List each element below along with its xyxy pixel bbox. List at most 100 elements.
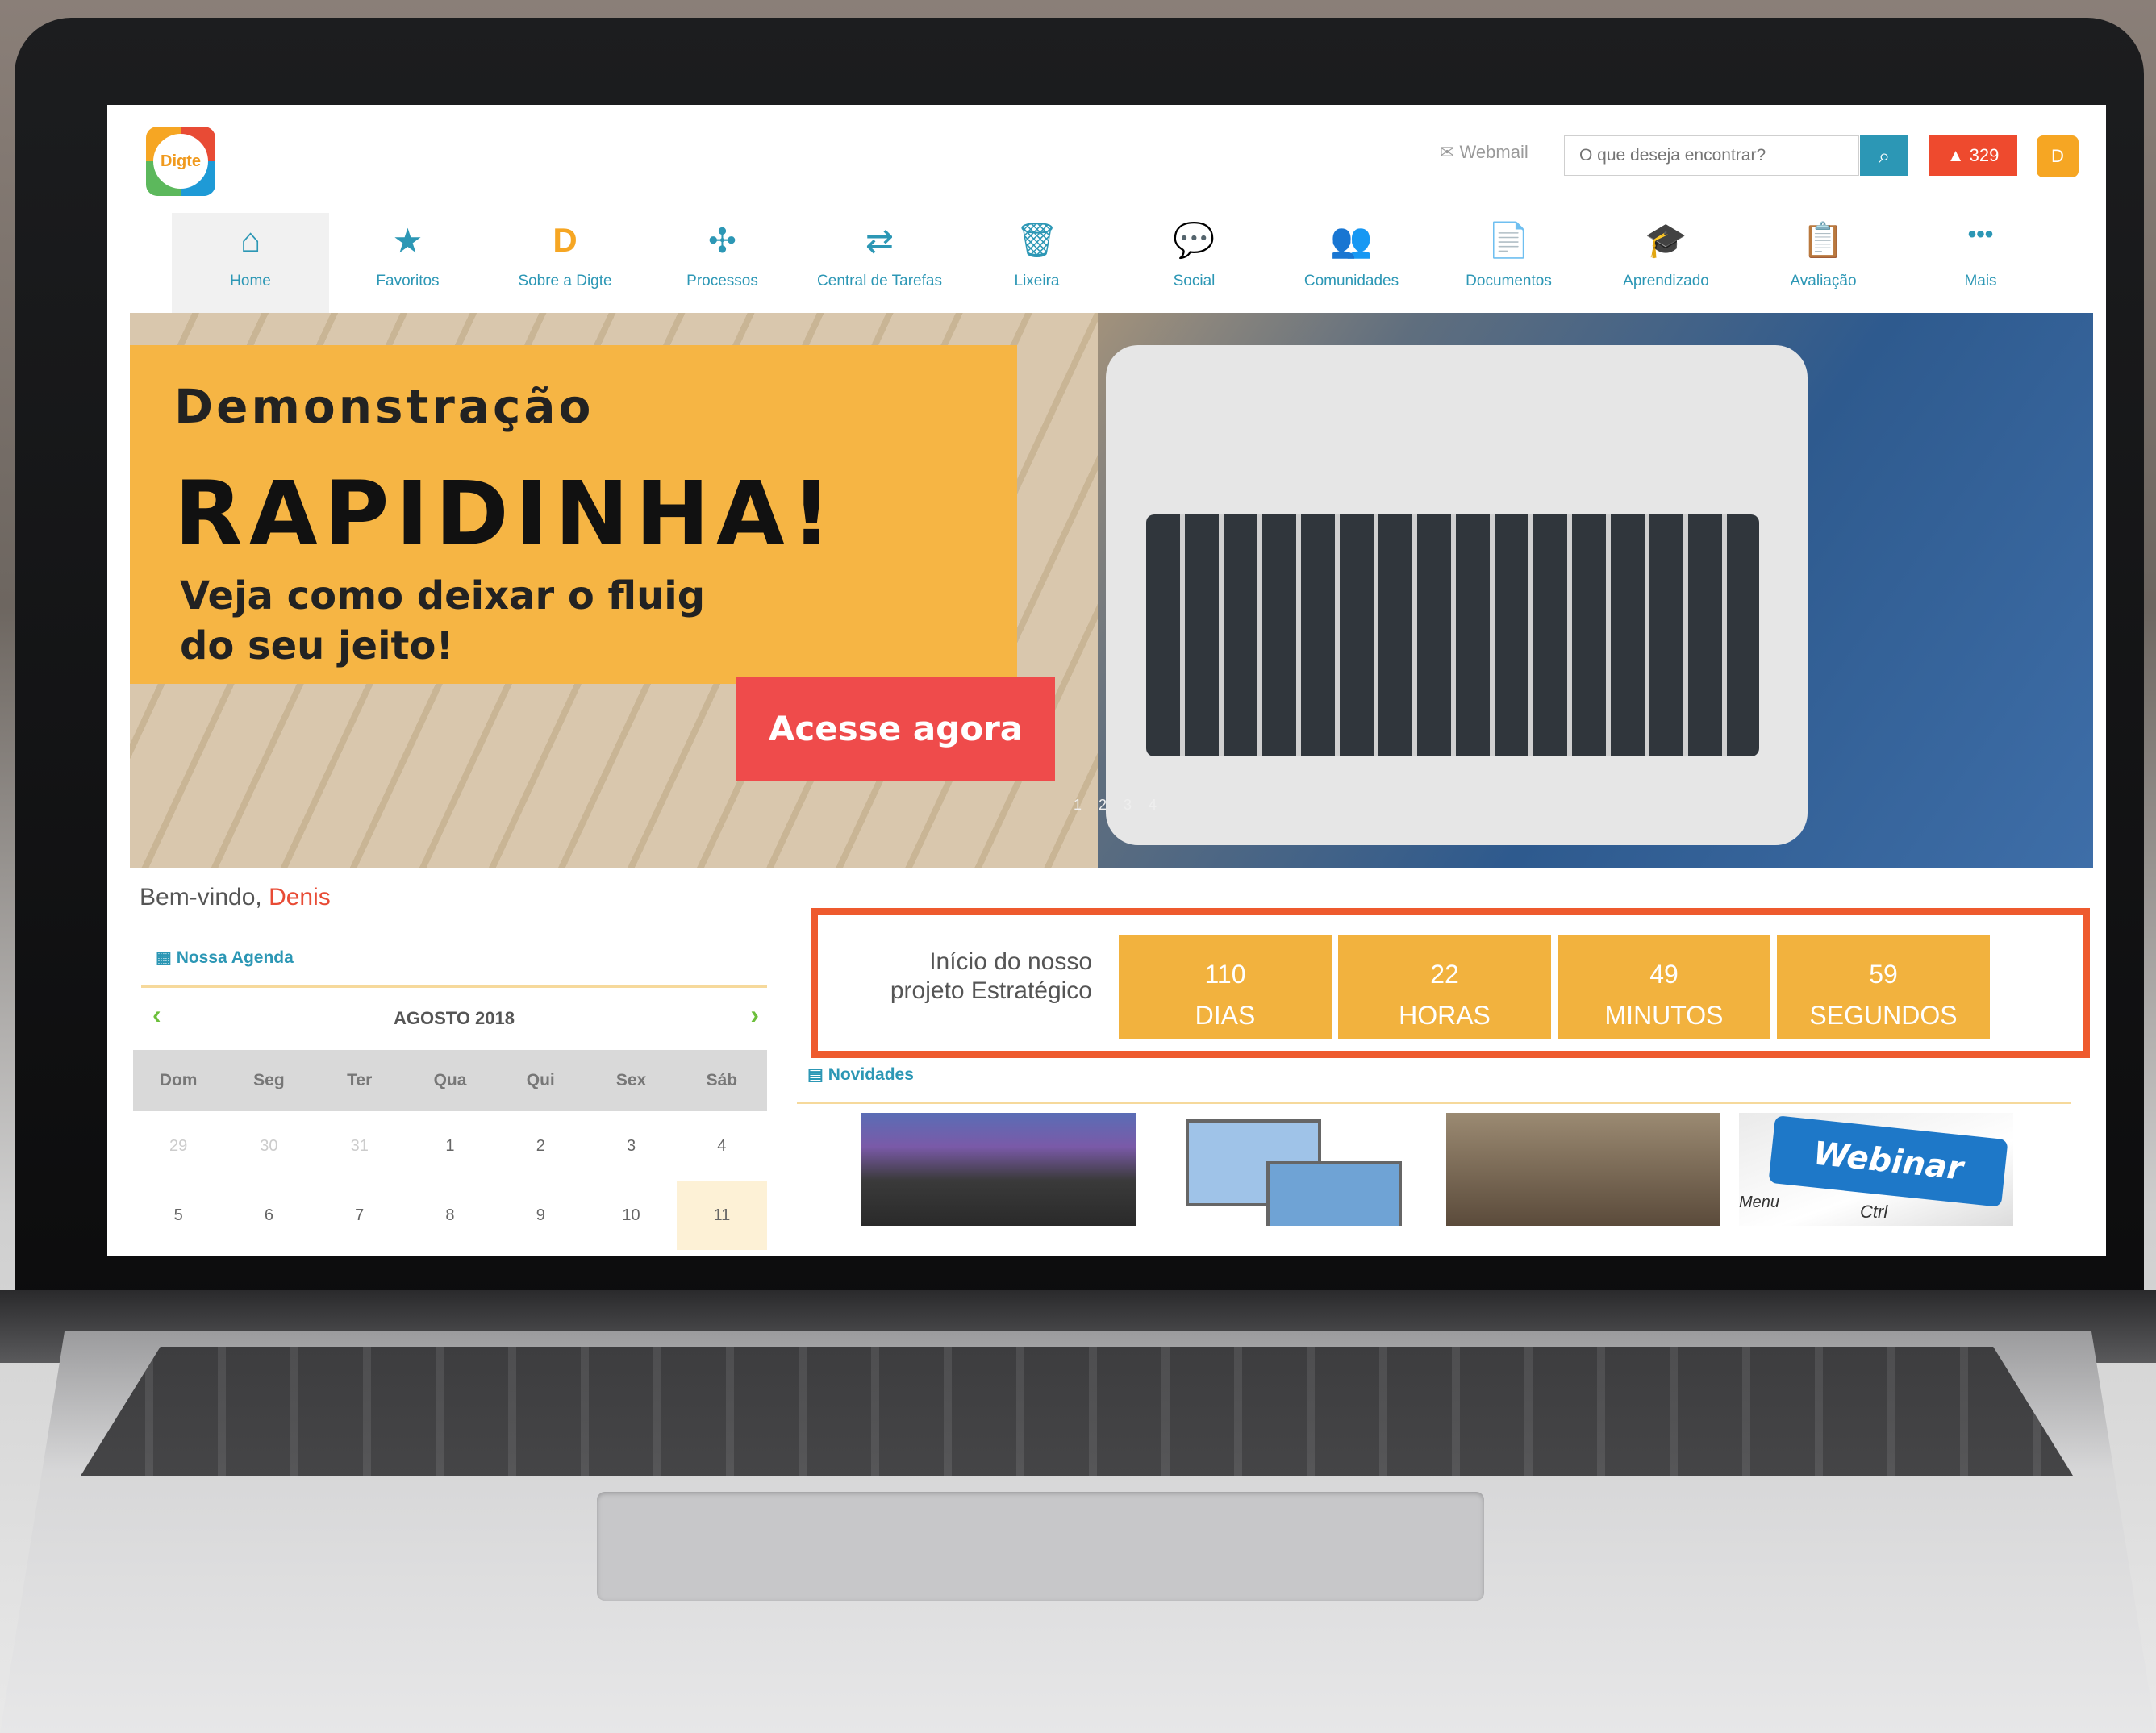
banner-cta-button[interactable]: Acesse agora	[736, 677, 1055, 781]
news-card-team-photo[interactable]	[861, 1113, 1136, 1226]
calendar-day[interactable]: 6	[223, 1181, 314, 1250]
news-card-event-photo[interactable]	[1446, 1113, 1720, 1226]
calendar-day[interactable]: 4	[677, 1111, 767, 1181]
webmail-label: Webmail	[1459, 142, 1528, 162]
digte-logo-icon: D	[553, 221, 578, 259]
calendar-day[interactable]: 31	[315, 1111, 405, 1181]
nav-item-documentos[interactable]: 📄 Documentos	[1430, 213, 1587, 315]
main-nav: ⌂ Home ★ Favoritos D Sobre a Digte ✣ Process…	[172, 213, 2059, 315]
nav-item-avaliacao[interactable]: 📋 Avaliação	[1745, 213, 1902, 315]
divider	[141, 985, 767, 988]
calendar-month: AGOSTO 2018	[394, 1008, 515, 1028]
community-icon: 👥	[1330, 221, 1373, 259]
nav-item-lixeira[interactable]: 🗑 Lixeira	[958, 213, 1116, 315]
nav-label: Avaliação	[1790, 273, 1857, 290]
countdown-value: 110	[1204, 960, 1246, 989]
divider	[797, 1102, 2071, 1104]
documents-icon: 📄	[1487, 221, 1530, 259]
evaluation-icon: 📋	[1802, 221, 1845, 259]
calendar-day[interactable]: 29	[133, 1111, 223, 1181]
star-icon: ★	[392, 222, 423, 260]
calendar-week: 5 6 7 8 9 10 11	[133, 1181, 767, 1250]
calendar-header: ‹ AGOSTO 2018 ›	[141, 1000, 767, 1037]
weekday: Seg	[253, 1071, 285, 1089]
nav-item-aprendizado[interactable]: 🎓 Aprendizado	[1587, 213, 1745, 315]
webinar-key: Webinar	[1768, 1115, 2008, 1207]
banner-keyboard-image	[1146, 514, 1759, 756]
banner-heading: Demonstração	[174, 379, 594, 434]
calendar-day[interactable]: 7	[315, 1181, 405, 1250]
tasks-icon: ⇄	[865, 222, 895, 260]
nav-label: Home	[230, 273, 271, 290]
news-icon: ▤	[807, 1065, 824, 1084]
warning-icon: ▲	[1946, 145, 1965, 165]
nav-label: Favoritos	[376, 273, 440, 290]
nav-item-favoritos[interactable]: ★ Favoritos	[329, 213, 486, 315]
countdown-unit: MINUTOS	[1604, 1001, 1724, 1030]
ctrl-key: Ctrl	[1860, 1202, 1888, 1222]
nav-label: Aprendizado	[1623, 273, 1709, 290]
nav-item-mais[interactable]: ••• Mais	[1902, 213, 2059, 315]
laptop-trackpad	[597, 1492, 1484, 1601]
countdown-unit: DIAS	[1195, 1001, 1256, 1030]
calendar-day[interactable]: 8	[405, 1181, 495, 1250]
calendar-weekdays: Dom Seg Ter Qua Qui Sex Sáb	[133, 1050, 767, 1111]
nav-label: Sobre a Digte	[518, 273, 612, 290]
nav-label: Social	[1173, 273, 1216, 290]
countdown-label: Início do nosso projeto Estratégico	[890, 948, 1092, 1004]
calendar-day[interactable]: 9	[495, 1181, 586, 1250]
digte-logo[interactable]: Digte	[146, 127, 215, 196]
nav-label: Comunidades	[1303, 273, 1399, 290]
portal-screen: Digte ✉ Webmail ⌕ ▲ 329 D ⌂Home ★Favorit…	[107, 105, 2106, 1256]
calendar-day[interactable]: 1	[405, 1111, 495, 1181]
nav-label: Lixeira	[1014, 273, 1060, 290]
calendar-day[interactable]: 2	[495, 1111, 586, 1181]
nav-label: Central de Tarefas	[817, 273, 942, 290]
webmail-link[interactable]: ✉ Webmail	[1440, 142, 1528, 163]
news-card-devices[interactable]	[1153, 1113, 1428, 1226]
avatar[interactable]: D	[2037, 135, 2079, 177]
calendar-day[interactable]: 30	[223, 1111, 314, 1181]
news-title: ▤ Novidades	[807, 1064, 914, 1085]
alerts-button[interactable]: ▲ 329	[1929, 135, 2017, 176]
weekday: Sáb	[706, 1071, 738, 1089]
nav-item-comunidades[interactable]: 👥 Comunidades	[1273, 213, 1430, 315]
calendar-day-today[interactable]: 11	[676, 1181, 767, 1250]
weekday: Dom	[159, 1071, 198, 1089]
countdown-seconds: 59 SEGUNDOS	[1777, 935, 1990, 1039]
home-icon: ⌂	[240, 221, 261, 259]
nav-item-processos[interactable]: ✣ Processos	[644, 213, 801, 315]
nav-item-sobre[interactable]: D Sobre a Digte	[486, 213, 644, 315]
laptop-keyboard	[81, 1347, 2073, 1476]
nav-item-central-tarefas[interactable]: ⇄ Central de Tarefas	[801, 213, 958, 315]
countdown-value: 22	[1430, 960, 1459, 989]
countdown-minutes: 49 MINUTOS	[1558, 935, 1770, 1039]
calendar-day[interactable]: 10	[586, 1181, 676, 1250]
nav-item-social[interactable]: 💬 Social	[1116, 213, 1273, 315]
nav-label: Documentos	[1466, 273, 1552, 290]
agenda-title: ▦ Nossa Agenda	[156, 948, 294, 968]
calendar-grid: Dom Seg Ter Qua Qui Sex Sáb 29 30 31 1 2…	[133, 1050, 767, 1256]
countdown-widget: Início do nosso projeto Estratégico 110 D…	[811, 908, 2090, 1058]
weekday: Sex	[615, 1071, 647, 1089]
welcome-user-name[interactable]: Denis	[269, 884, 331, 910]
welcome-prefix: Bem-vindo,	[140, 884, 269, 910]
graduation-icon: 🎓	[1645, 221, 1687, 259]
chevron-right-icon[interactable]: ›	[750, 1000, 759, 1030]
calendar-day[interactable]: 3	[586, 1111, 676, 1181]
calendar-week: 29 30 31 1 2 3 4	[133, 1111, 767, 1181]
process-icon: ✣	[707, 222, 737, 260]
calendar-icon: ▦	[156, 948, 172, 967]
calendar-day[interactable]: 5	[133, 1181, 223, 1250]
agenda-title-text: Nossa Agenda	[176, 948, 294, 967]
hero-banner[interactable]: Demonstração RAPIDINHA! Veja como deixar…	[130, 313, 2093, 868]
countdown-unit: HORAS	[1399, 1001, 1491, 1030]
nav-item-home[interactable]: ⌂ Home	[172, 213, 329, 315]
search-button[interactable]: ⌕	[1860, 135, 1908, 176]
banner-subtitle: Veja como deixar o fluig do seu jeito!	[180, 573, 706, 669]
nav-label: Processos	[686, 273, 758, 290]
search-input[interactable]	[1564, 135, 1859, 176]
news-card-webinar[interactable]: Webinar Menu Ctrl	[1739, 1113, 2013, 1226]
news-title-text: Novidades	[828, 1065, 914, 1084]
banner-pager[interactable]: 1 2 3 4	[1074, 797, 1163, 814]
